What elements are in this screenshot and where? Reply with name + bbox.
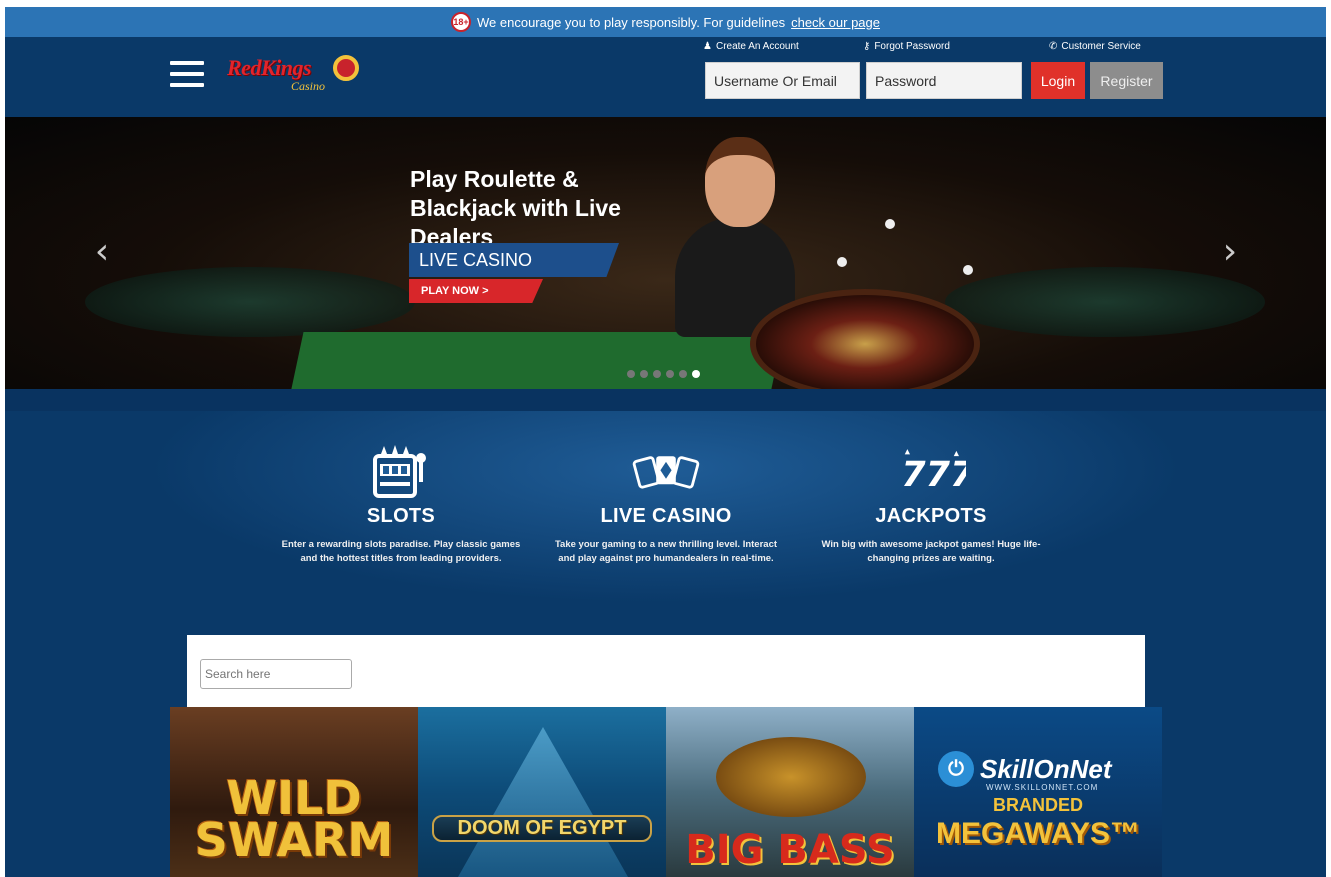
chip [963, 265, 973, 275]
password-input[interactable]: Password [866, 62, 1022, 99]
carousel-dot[interactable] [679, 370, 687, 378]
forgot-password-label: Forgot Password [874, 41, 950, 52]
carousel-dot[interactable] [692, 370, 700, 378]
responsible-gaming-bar: 18+ We encourage you to play responsibly… [5, 7, 1326, 37]
game-tile-doom-of-egypt[interactable]: DOOM OF EGYPT [418, 707, 666, 877]
hero-title: Play Roulette & Blackjack with Live Deal… [410, 166, 621, 250]
hero-category-tag: LIVE CASINO [409, 243, 619, 277]
menu-icon[interactable] [170, 61, 204, 87]
divider-band [5, 389, 1326, 411]
play-now-button[interactable]: PLAY NOW > [409, 279, 543, 303]
category-jackpots[interactable]: 777 JACKPOTS Win big with awesome jackpo… [811, 441, 1051, 566]
logo-subtitle: Casino [291, 79, 326, 93]
game-search-panel [187, 635, 1145, 707]
page: 18+ We encourage you to play responsibly… [5, 7, 1326, 877]
brand-url: WWW.SKILLONNET.COM [986, 783, 1099, 792]
game-title: BIG BASS [685, 827, 895, 873]
skillonnet-logo: ⏻ SkillOnNet [938, 751, 1111, 787]
search-input[interactable] [200, 659, 352, 689]
login-button[interactable]: Login [1031, 62, 1085, 99]
register-button[interactable]: Register [1090, 62, 1163, 99]
carousel-dot[interactable] [640, 370, 648, 378]
logo[interactable]: RedKings Casino [227, 49, 362, 101]
chip [837, 257, 847, 267]
carousel-dot[interactable] [627, 370, 635, 378]
carousel-dots[interactable] [627, 370, 700, 378]
playing-cards-icon [631, 441, 701, 501]
game-title: DOOM OF EGYPT [432, 815, 652, 842]
game-tile-big-bass[interactable]: BIG BASS [666, 707, 914, 877]
chip [885, 219, 895, 229]
category-title: SLOTS [366, 505, 436, 527]
category-description: Win big with awesome jackpot games! Huge… [821, 539, 1041, 564]
brand-name: SkillOnNet [980, 753, 1112, 784]
casino-table [286, 332, 784, 389]
customer-service-link[interactable]: ✆ Customer Service [1049, 41, 1141, 52]
blurred-table-right [945, 267, 1265, 337]
game-title: WILD SWARM [194, 771, 394, 867]
fish-image [716, 737, 866, 817]
user-icon: ♟ [703, 41, 712, 52]
game-tile-branded-megaways[interactable]: ⏻ SkillOnNet WWW.SKILLONNET.COM BRANDED … [914, 707, 1162, 877]
create-account-link[interactable]: ♟ Create An Account [703, 41, 799, 52]
slot-machine-icon [366, 441, 436, 501]
game-title-line2: MEGAWAYS™ [936, 817, 1140, 850]
blurred-table-left [85, 267, 415, 337]
power-icon: ⏻ [938, 751, 974, 787]
category-description: Take your gaming to a new thrilling leve… [554, 539, 778, 564]
phone-icon: ✆ [1049, 41, 1058, 52]
key-icon: ⚷ [863, 41, 871, 52]
roulette-wheel-logo-icon [333, 55, 359, 81]
pyramid-image [458, 727, 628, 877]
roulette-wheel-image [750, 289, 980, 389]
svg-text:777: 777 [901, 455, 966, 495]
dealer-head [705, 137, 775, 227]
category-section: SLOTS Enter a rewarding slots paradise. … [5, 411, 1326, 641]
logo-wordmark: RedKings [227, 55, 312, 80]
carousel-dot[interactable] [666, 370, 674, 378]
chevron-right-icon[interactable]: › [1218, 234, 1242, 270]
category-live-casino[interactable]: LIVE CASINO Take your gaming to a new th… [546, 441, 786, 566]
customer-service-label: Customer Service [1061, 41, 1141, 52]
category-title: LIVE CASINO [600, 505, 732, 527]
game-tile-wild-swarm[interactable]: WILD SWARM [170, 707, 418, 877]
games-grid: WILD SWARM DOOM OF EGYPT BIG BASS ⏻ Skil… [170, 707, 1163, 877]
notice-text: We encourage you to play responsibly. Fo… [477, 14, 786, 30]
forgot-password-link[interactable]: ⚷ Forgot Password [863, 41, 950, 52]
category-slots[interactable]: SLOTS Enter a rewarding slots paradise. … [281, 441, 521, 566]
create-account-label: Create An Account [715, 41, 799, 52]
chevron-left-icon[interactable]: ‹ [90, 234, 114, 270]
age-18-badge-icon: 18+ [451, 12, 471, 32]
hero-carousel[interactable]: Play Roulette & Blackjack with Live Deal… [5, 117, 1326, 389]
site-header: RedKings Casino ♟ Create An Account ⚷ Fo… [5, 37, 1326, 117]
game-title-line1: BRANDED [993, 795, 1083, 815]
username-input[interactable]: Username Or Email [705, 62, 860, 99]
category-title: JACKPOTS [875, 505, 987, 527]
triple-seven-icon: 777 [896, 441, 966, 501]
guidelines-link[interactable]: check our page [791, 15, 880, 30]
carousel-dot[interactable] [653, 370, 661, 378]
category-description: Enter a rewarding slots paradise. Play c… [281, 539, 521, 564]
